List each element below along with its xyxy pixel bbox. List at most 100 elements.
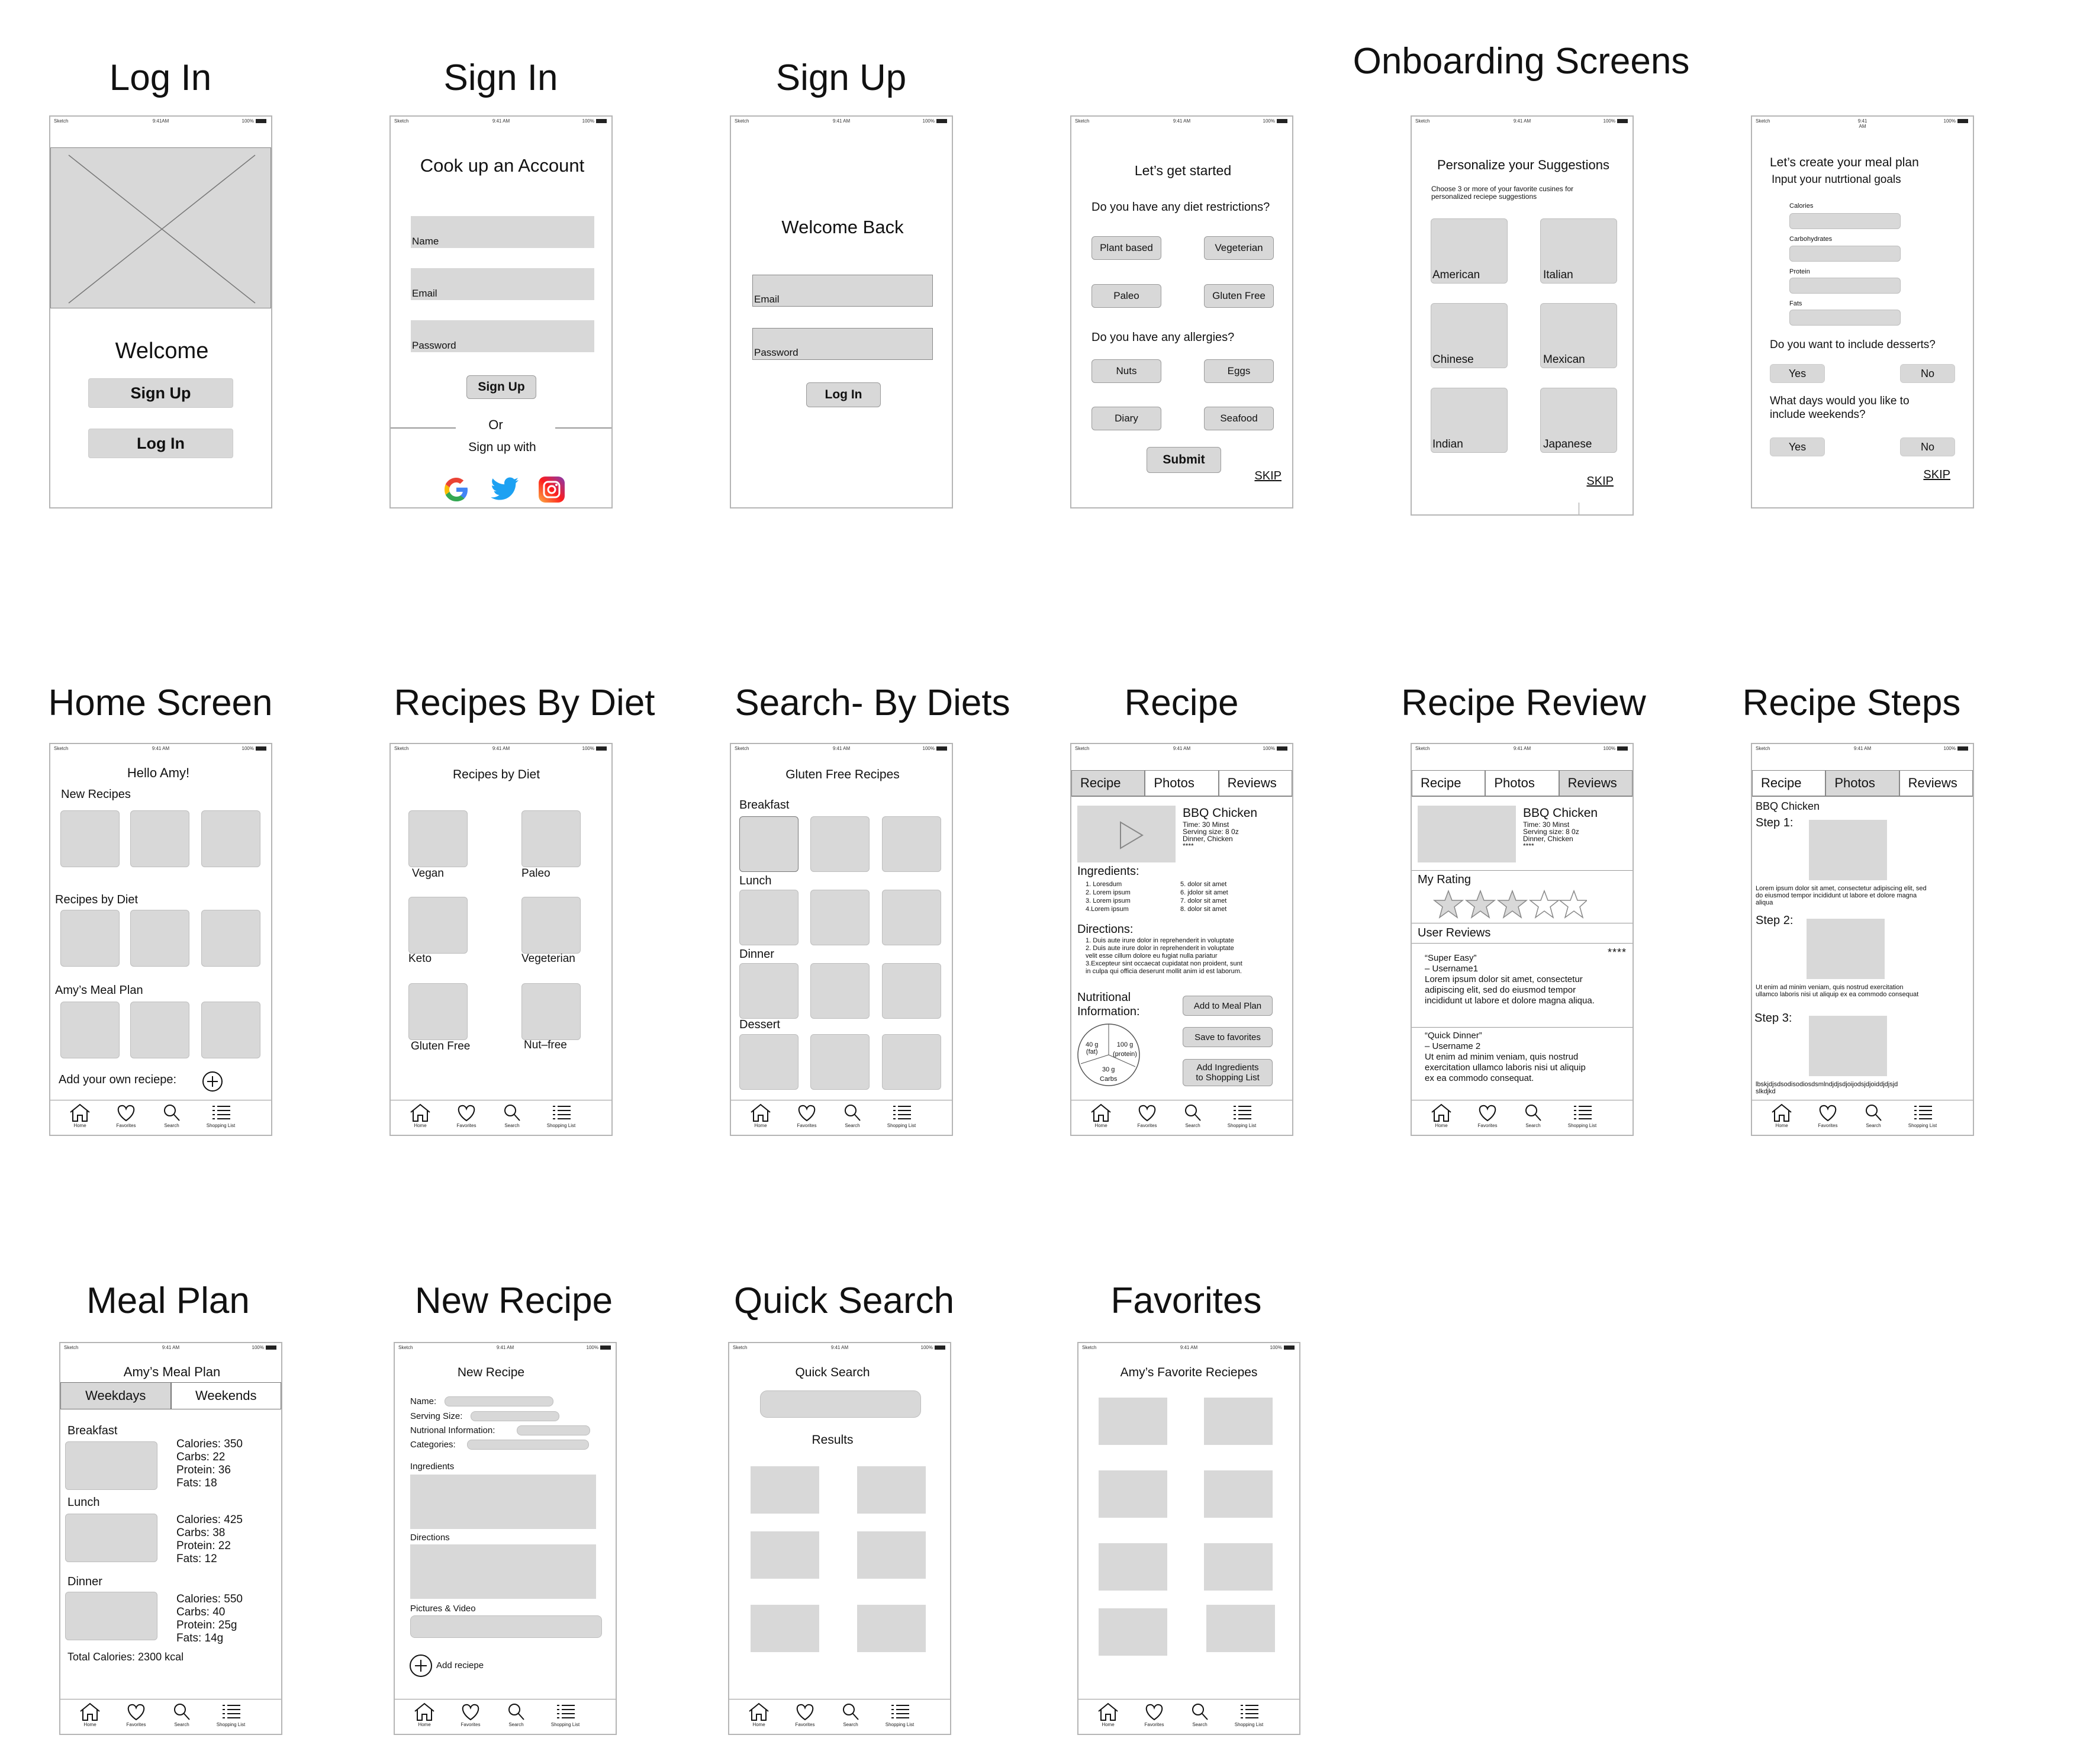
skip-link[interactable]: SKIP	[1254, 469, 1282, 483]
recipe-card[interactable]	[201, 810, 260, 867]
tab-home[interactable]: Home	[1090, 1702, 1126, 1727]
login-button[interactable]: Log In	[806, 382, 881, 407]
diet-vegeterian[interactable]: Vegeterian	[1204, 236, 1274, 260]
favorite-card[interactable]	[1099, 1543, 1167, 1591]
meal-photo[interactable]	[65, 1592, 157, 1640]
result-card[interactable]	[857, 1466, 926, 1514]
diet-nut-free[interactable]	[521, 983, 581, 1040]
tab-search[interactable]: Search	[498, 1702, 534, 1727]
favorite-card[interactable]	[1206, 1605, 1275, 1652]
calories-input[interactable]	[1789, 213, 1901, 229]
directions-input[interactable]	[410, 1544, 596, 1599]
tab-shopping-list[interactable]: Shopping List	[1224, 1103, 1260, 1128]
tab-photos[interactable]: Photos	[1485, 770, 1559, 796]
tab-shopping-list[interactable]: Shopping List	[1564, 1103, 1600, 1128]
favorite-card[interactable]	[1204, 1398, 1273, 1445]
tab-home[interactable]: Home	[72, 1702, 108, 1727]
tab-shopping-list[interactable]: Shopping List	[882, 1702, 917, 1727]
ingredients-input[interactable]	[410, 1475, 596, 1529]
favorite-card[interactable]	[1099, 1398, 1167, 1445]
tab-shopping-list[interactable]: Shopping List	[548, 1702, 583, 1727]
tab-weekends[interactable]: Weekends	[170, 1382, 281, 1409]
nutrition-input[interactable]	[517, 1425, 590, 1435]
meal-photo[interactable]	[65, 1514, 157, 1562]
cuisine-indian[interactable]: Indian	[1431, 388, 1508, 453]
cuisine-mexican[interactable]: Mexican	[1540, 303, 1617, 368]
tab-search[interactable]: Search	[833, 1702, 868, 1727]
recipe-card[interactable]	[882, 816, 941, 872]
tab-favorites[interactable]: Favorites	[118, 1702, 154, 1727]
cuisine-american[interactable]: American	[1431, 218, 1508, 284]
carbs-input[interactable]	[1789, 246, 1901, 262]
tab-search[interactable]: Search	[164, 1702, 199, 1727]
diet-paleo[interactable]	[521, 810, 581, 867]
tab-weekdays[interactable]: Weekdays	[60, 1382, 171, 1409]
video-thumbnail[interactable]	[1077, 806, 1176, 862]
tab-home[interactable]: Home	[62, 1103, 98, 1128]
fats-input[interactable]	[1789, 310, 1901, 326]
tab-shopping-list[interactable]: Shopping List	[213, 1702, 249, 1727]
diet-plant-based[interactable]: Plant based	[1091, 236, 1161, 260]
recipe-card[interactable]	[810, 890, 870, 945]
favorite-card[interactable]	[1099, 1470, 1167, 1518]
add-circle-icon[interactable]	[202, 1071, 223, 1092]
diet-paleo[interactable]: Paleo	[1091, 284, 1161, 308]
allergy-seafood[interactable]: Seafood	[1204, 407, 1274, 430]
desserts-no[interactable]: No	[1900, 364, 1955, 383]
diet-gluten-free[interactable]	[408, 983, 468, 1040]
recipe-card[interactable]	[882, 890, 941, 945]
diet-card[interactable]	[60, 910, 120, 967]
recipe-card[interactable]	[60, 810, 120, 867]
recipe-card[interactable]	[130, 810, 189, 867]
tab-shopping-list[interactable]: Shopping List	[884, 1103, 919, 1128]
tab-favorites[interactable]: Favorites	[1810, 1103, 1846, 1128]
login-button[interactable]: Log In	[88, 429, 233, 458]
tab-search[interactable]: Search	[494, 1103, 530, 1128]
result-card[interactable]	[857, 1605, 926, 1652]
result-card[interactable]	[751, 1466, 819, 1514]
allergy-eggs[interactable]: Eggs	[1204, 359, 1274, 383]
cuisine-japanese[interactable]: Japanese	[1540, 388, 1617, 453]
result-card[interactable]	[751, 1531, 819, 1579]
recipe-card[interactable]	[739, 1034, 798, 1090]
diet-card[interactable]	[130, 910, 189, 967]
tab-recipe[interactable]: Recipe	[1752, 770, 1826, 796]
tab-home[interactable]: Home	[1424, 1103, 1459, 1128]
tab-reviews[interactable]: Reviews	[1899, 770, 1973, 796]
save-to-favorites-button[interactable]: Save to favorites	[1183, 1027, 1273, 1047]
tab-search[interactable]: Search	[1175, 1103, 1210, 1128]
favorite-card[interactable]	[1099, 1608, 1167, 1656]
favorite-card[interactable]	[1204, 1543, 1273, 1591]
diet-card[interactable]	[201, 910, 260, 967]
add-to-meal-plan-button[interactable]: Add to Meal Plan	[1183, 996, 1273, 1016]
protein-input[interactable]	[1789, 278, 1901, 294]
categories-input[interactable]	[467, 1440, 589, 1450]
tab-favorites[interactable]: Favorites	[789, 1103, 825, 1128]
tab-home[interactable]: Home	[743, 1103, 778, 1128]
tab-search[interactable]: Search	[154, 1103, 189, 1128]
allergy-diary[interactable]: Diary	[1091, 407, 1161, 430]
signup-button[interactable]: Sign Up	[466, 375, 536, 399]
tab-search[interactable]: Search	[835, 1103, 870, 1128]
recipe-card[interactable]	[810, 963, 870, 1019]
password-field[interactable]: Password	[752, 328, 933, 360]
meal-card[interactable]	[201, 1002, 260, 1058]
tab-photos[interactable]: Photos	[1145, 770, 1219, 796]
tab-shopping-list[interactable]: Shopping List	[1231, 1702, 1267, 1727]
tab-home[interactable]: Home	[1083, 1103, 1119, 1128]
favorite-card[interactable]	[1204, 1470, 1273, 1518]
submit-button[interactable]: Submit	[1147, 447, 1221, 473]
tab-reviews[interactable]: Reviews	[1559, 770, 1633, 796]
allergy-nuts[interactable]: Nuts	[1091, 359, 1161, 383]
tab-home[interactable]: Home	[407, 1702, 442, 1727]
recipe-card[interactable]	[882, 1034, 941, 1090]
tab-search[interactable]: Search	[1182, 1702, 1218, 1727]
recipe-card[interactable]	[739, 963, 798, 1019]
tab-favorites[interactable]: Favorites	[1470, 1103, 1505, 1128]
tab-favorites[interactable]: Favorites	[453, 1702, 488, 1727]
diet-gluten-free[interactable]: Gluten Free	[1204, 284, 1274, 308]
recipe-card[interactable]	[739, 890, 798, 945]
tab-shopping-list[interactable]: Shopping List	[1905, 1103, 1940, 1128]
weekends-no[interactable]: No	[1900, 437, 1955, 456]
recipe-card[interactable]	[882, 963, 941, 1019]
